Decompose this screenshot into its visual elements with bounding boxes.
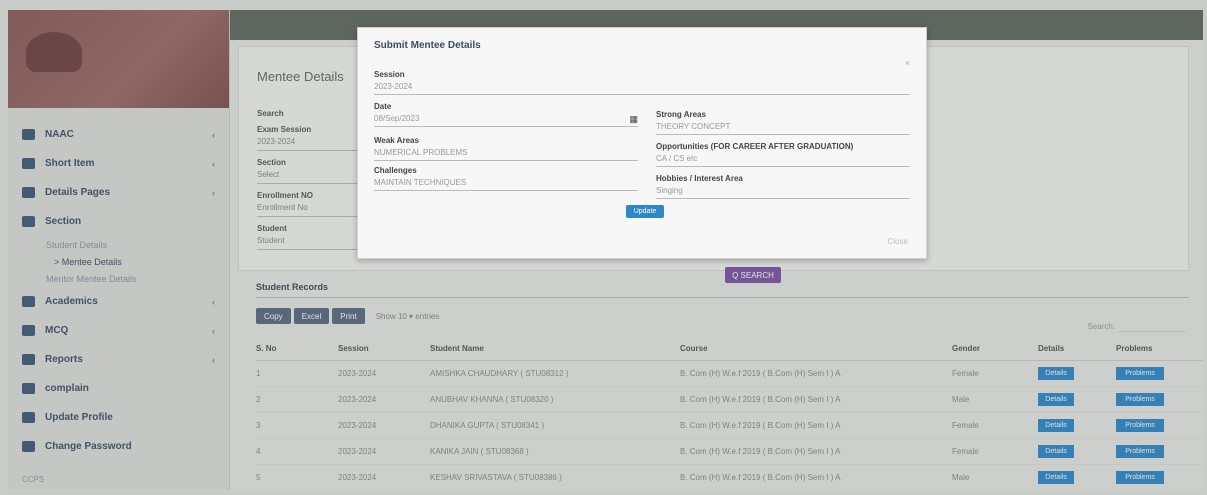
calendar-icon[interactable]: ▦ xyxy=(629,114,638,125)
strong-areas-input[interactable]: THEORY CONCEPT xyxy=(656,119,910,135)
submit-mentee-modal: Submit Mentee Details × Session 2023-202… xyxy=(357,27,927,259)
field-label: Date xyxy=(374,102,392,111)
close-button[interactable]: Close xyxy=(888,237,908,246)
modal-title: Submit Mentee Details xyxy=(374,40,481,51)
weak-areas-field: Weak Areas NUMERICAL PROBLEMS xyxy=(374,136,638,161)
strong-areas-field: Strong Areas THEORY CONCEPT xyxy=(656,110,910,135)
date-input[interactable]: 08/Sep/2023 xyxy=(374,111,638,127)
challenges-field: Challenges MAINTAIN TECHNIQUES xyxy=(374,166,638,191)
update-button[interactable]: Update xyxy=(626,205,664,218)
field-label: Hobbies / Interest Area xyxy=(656,174,743,183)
field-label: Opportunities (FOR CAREER AFTER GRADUATI… xyxy=(656,142,854,151)
opportunities-field: Opportunities (FOR CAREER AFTER GRADUATI… xyxy=(656,142,910,167)
session-field: Session 2023-2024 xyxy=(374,70,910,95)
opportunities-input[interactable]: CA / CS etc xyxy=(656,151,910,167)
close-icon[interactable]: × xyxy=(905,58,910,68)
hobbies-input[interactable]: Singing xyxy=(656,183,910,199)
field-label: Challenges xyxy=(374,166,417,175)
session-input[interactable]: 2023-2024 xyxy=(374,79,910,95)
hobbies-field: Hobbies / Interest Area Singing xyxy=(656,174,910,199)
challenges-input[interactable]: MAINTAIN TECHNIQUES xyxy=(374,175,638,191)
field-label: Weak Areas xyxy=(374,136,419,145)
field-label: Strong Areas xyxy=(656,110,706,119)
weak-areas-input[interactable]: NUMERICAL PROBLEMS xyxy=(374,145,638,161)
date-field: Date 08/Sep/2023 ▦ xyxy=(374,102,638,127)
field-label: Session xyxy=(374,70,405,79)
